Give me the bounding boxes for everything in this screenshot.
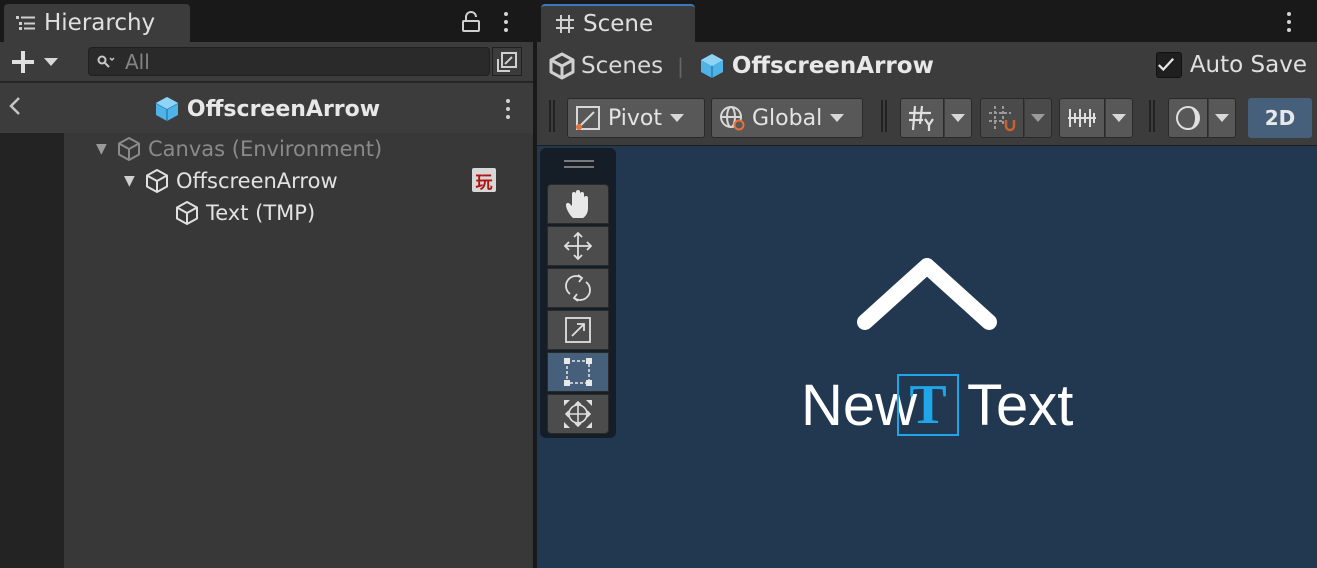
checkmark-icon — [1157, 57, 1174, 72]
prefab-title: OffscreenArrow — [0, 95, 533, 123]
scale-icon — [565, 317, 591, 343]
grid-snap-icon — [989, 106, 1016, 132]
2d-mode-button[interactable]: 2D — [1248, 98, 1312, 138]
pivot-dropdown[interactable]: Pivot — [567, 98, 705, 138]
tab-scene[interactable]: Scene — [541, 4, 695, 42]
search-in-scene-button[interactable] — [492, 47, 522, 76]
snap-dropdown[interactable] — [980, 98, 1052, 138]
grid-toggle-button[interactable] — [900, 98, 944, 138]
gameobject-cube-icon — [116, 136, 142, 162]
list-icon — [16, 15, 36, 31]
draw-mode-chevron[interactable] — [1208, 98, 1236, 138]
grid-y-icon — [909, 105, 934, 131]
toolbar-grip[interactable] — [1149, 100, 1155, 132]
shading-sphere-icon — [1176, 106, 1200, 130]
autosave-toggle[interactable]: Auto Save — [1155, 52, 1307, 78]
textmeshpro-gizmo-icon[interactable]: T — [897, 374, 959, 436]
pivot-icon — [576, 106, 600, 130]
snap-toggle-button[interactable] — [980, 98, 1024, 138]
prefab-cube-icon — [155, 97, 179, 121]
draw-mode-dropdown[interactable] — [1168, 98, 1236, 138]
scene-toolbar: Pivot Global 2D — [537, 90, 1317, 146]
hierarchy-menu-icon[interactable] — [501, 10, 511, 34]
globe-icon — [720, 106, 745, 131]
unity-logo-icon — [549, 52, 581, 80]
play-badge-icon: 玩 — [472, 168, 496, 193]
tab-hierarchy-label: Hierarchy — [44, 10, 156, 36]
prefab-cube-icon — [698, 52, 732, 80]
shading-mode-button[interactable] — [1168, 98, 1208, 138]
chevron-down-icon — [44, 58, 58, 66]
search-icon — [97, 55, 115, 68]
transform-tool-button[interactable] — [547, 394, 609, 434]
grid-hash-icon — [555, 14, 575, 34]
transform-icon — [564, 400, 592, 428]
hierarchy-panel: Hierarchy All OffscreenArrow ▼ Canvas (E… — [0, 0, 533, 568]
grid-options-chevron[interactable] — [944, 98, 972, 138]
tree-item-text-tmp[interactable]: Text (TMP) — [174, 197, 315, 229]
hierarchy-tree: ▼ Canvas (Environment) ▼ OffscreenArrow … — [64, 133, 533, 568]
search-input[interactable]: All — [88, 47, 490, 76]
tools-overlay — [540, 148, 616, 438]
hand-icon — [566, 190, 588, 218]
tab-scene-label: Scene — [583, 11, 654, 37]
toolbar-grip[interactable] — [549, 100, 555, 132]
scale-tool-button[interactable] — [547, 310, 609, 350]
toolbar-grip[interactable] — [881, 100, 887, 132]
rotate-icon — [565, 274, 591, 302]
new-text-part-after: Text — [967, 373, 1074, 438]
scene-search-icon — [497, 51, 517, 72]
grid-visibility-dropdown[interactable] — [900, 98, 972, 138]
rect-transform-icon — [564, 358, 592, 386]
breadcrumb-separator: | — [677, 54, 684, 78]
pivot-label: Pivot — [608, 105, 663, 131]
scene-panel: Scene Scenes | OffscreenArrow Auto Save … — [537, 0, 1317, 568]
increment-snap-chevron[interactable] — [1105, 98, 1133, 138]
search-placeholder: All — [125, 49, 150, 74]
autosave-checkbox[interactable] — [1155, 52, 1182, 78]
hierarchy-gutter — [0, 133, 64, 568]
expand-triangle-icon[interactable]: ▼ — [96, 141, 116, 157]
move-tool-button[interactable] — [547, 226, 609, 266]
tree-item-label: Text (TMP) — [206, 201, 316, 225]
gameobject-cube-icon — [174, 200, 200, 226]
gameobject-cube-icon — [144, 168, 170, 194]
tab-hierarchy[interactable]: Hierarchy — [4, 4, 190, 42]
breadcrumb-scenes[interactable]: Scenes — [581, 53, 663, 79]
tree-item-offscreenarrow[interactable]: ▼ OffscreenArrow — [124, 165, 338, 197]
scene-menu-icon[interactable] — [1284, 10, 1294, 34]
rotate-tool-button[interactable] — [547, 268, 609, 308]
expand-triangle-icon[interactable]: ▼ — [124, 173, 144, 189]
plus-icon — [12, 51, 34, 73]
move-arrows-icon — [563, 231, 593, 261]
hierarchy-toolbar: All — [0, 42, 533, 82]
chevron-down-icon — [830, 114, 845, 122]
arrow-sprite[interactable] — [857, 256, 997, 336]
tree-item-label: OffscreenArrow — [176, 169, 338, 193]
hierarchy-tabstrip: Hierarchy — [0, 0, 533, 42]
hand-tool-button[interactable] — [547, 184, 609, 224]
rect-tool-button[interactable] — [547, 352, 609, 392]
global-label: Global — [752, 105, 823, 131]
scene-tabstrip: Scene — [537, 0, 1317, 42]
global-dropdown[interactable]: Global — [711, 98, 863, 138]
increment-snap-dropdown[interactable] — [1059, 98, 1133, 138]
chevron-down-icon — [670, 114, 685, 122]
ruler-icon — [1068, 109, 1096, 127]
breadcrumb: Scenes | OffscreenArrow Auto Save — [537, 42, 1317, 90]
prefab-menu-icon[interactable] — [503, 97, 513, 121]
increment-snap-button[interactable] — [1059, 98, 1105, 138]
prefab-title-label: OffscreenArrow — [186, 96, 381, 122]
tree-item-label: Canvas (Environment) — [148, 137, 383, 161]
overlay-drag-handle[interactable] — [564, 160, 594, 168]
breadcrumb-current[interactable]: OffscreenArrow — [732, 53, 934, 79]
autosave-label: Auto Save — [1189, 52, 1307, 78]
scene-viewport[interactable]: New Text T — [537, 146, 1317, 568]
prefab-header: OffscreenArrow — [0, 83, 533, 133]
lock-icon[interactable] — [461, 11, 481, 37]
tree-item-canvas[interactable]: ▼ Canvas (Environment) — [96, 133, 382, 165]
create-dropdown-button[interactable] — [10, 48, 66, 76]
snap-options-chevron[interactable] — [1024, 98, 1052, 138]
